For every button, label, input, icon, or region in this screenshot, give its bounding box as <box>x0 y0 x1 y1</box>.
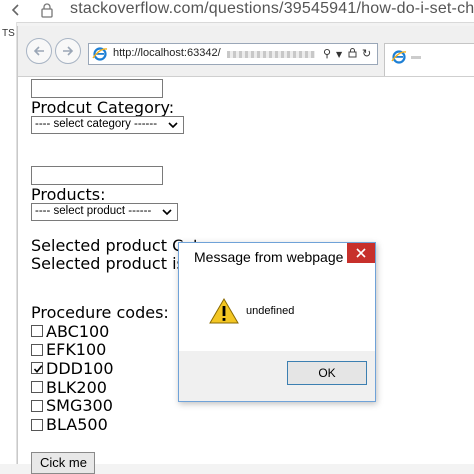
procedure-code-row[interactable]: DDD100 <box>31 358 114 378</box>
ie-toolbar: http://localhost:63342/ ⚲ ▼ ↻ <box>18 26 474 77</box>
dialog-close-button[interactable] <box>347 243 375 263</box>
ie-logo-icon <box>391 50 407 64</box>
procedure-code-checkbox[interactable] <box>31 343 43 356</box>
chevron-down-icon <box>168 122 178 129</box>
category-text-input[interactable] <box>31 79 163 98</box>
dropdown-icon[interactable]: ▼ <box>336 50 342 59</box>
procedure-code-label: ABC100 <box>46 321 110 341</box>
category-label: Prodcut Category: <box>31 98 175 117</box>
procedure-codes-label: Procedure codes: <box>31 303 169 322</box>
procedure-code-label: BLA500 <box>46 415 108 434</box>
procedure-code-row[interactable]: ABC100 <box>31 321 110 341</box>
category-select[interactable]: ---- select category ------ <box>31 116 184 134</box>
forward-arrow-icon <box>63 46 74 56</box>
selected-product-text: Selected product is: <box>31 254 191 273</box>
procedure-code-checkbox[interactable] <box>31 418 43 431</box>
dialog-message: undefined <box>246 305 295 317</box>
refresh-icon[interactable]: ↻ <box>362 47 371 60</box>
forward-button[interactable] <box>55 38 81 64</box>
procedure-code-label: DDD100 <box>46 358 114 378</box>
dialog-title: Message from webpage <box>194 249 344 265</box>
procedure-code-checkbox[interactable] <box>31 381 43 394</box>
procedure-code-label: BLK200 <box>46 377 107 397</box>
procedure-code-label: SMG300 <box>46 396 113 416</box>
side-tab-label: TS <box>2 28 15 39</box>
procedure-code-row[interactable]: BLK200 <box>31 377 107 397</box>
browser-tab[interactable] <box>384 43 474 76</box>
procedure-code-row[interactable]: BLA500 <box>31 415 108 434</box>
alert-dialog: Message from webpage undefined OK <box>178 242 376 402</box>
click-me-button[interactable]: Cick me <box>31 452 95 474</box>
procedure-code-checkbox[interactable] <box>31 362 43 375</box>
dialog-body: undefined <box>179 273 375 351</box>
procedure-code-label: EFK100 <box>46 340 107 360</box>
procedure-code-row[interactable]: EFK100 <box>31 340 107 360</box>
procedure-code-checkbox[interactable] <box>31 399 43 412</box>
outer-browser-bar: stackoverflow.com/questions/39545941/how… <box>0 0 474 23</box>
lock-icon <box>41 3 53 18</box>
product-select[interactable]: ---- select product ------ <box>31 203 178 221</box>
address-redacted <box>227 51 315 58</box>
address-bar[interactable]: http://localhost:63342/ ⚲ ▼ ↻ <box>88 43 378 65</box>
dialog-footer: OK <box>179 351 375 401</box>
outer-side-tab: TS <box>0 22 17 464</box>
ok-button[interactable]: OK <box>287 361 367 385</box>
close-icon <box>356 248 366 258</box>
dialog-titlebar[interactable]: Message from webpage <box>179 243 375 273</box>
product-select-value: ---- select product ------ <box>35 205 152 217</box>
procedure-code-row[interactable]: SMG300 <box>31 396 113 416</box>
search-icon[interactable]: ⚲ <box>323 47 331 60</box>
ie-logo-icon <box>92 47 108 61</box>
warning-icon <box>209 298 239 324</box>
category-select-value: ---- select category ------ <box>35 118 158 130</box>
back-button[interactable] <box>26 38 52 64</box>
product-text-input[interactable] <box>31 166 163 185</box>
address-text: http://localhost:63342/ <box>113 47 221 59</box>
checkmark-icon <box>33 365 43 374</box>
chevron-down-icon <box>162 209 172 216</box>
back-arrow-icon[interactable] <box>8 2 24 18</box>
products-label: Products: <box>31 185 106 204</box>
back-arrow-icon <box>33 46 44 56</box>
outer-url[interactable]: stackoverflow.com/questions/39545941/how… <box>70 0 474 18</box>
procedure-code-checkbox[interactable] <box>31 325 43 337</box>
lock-icon[interactable] <box>348 47 357 61</box>
tab-title-redacted <box>411 56 421 59</box>
